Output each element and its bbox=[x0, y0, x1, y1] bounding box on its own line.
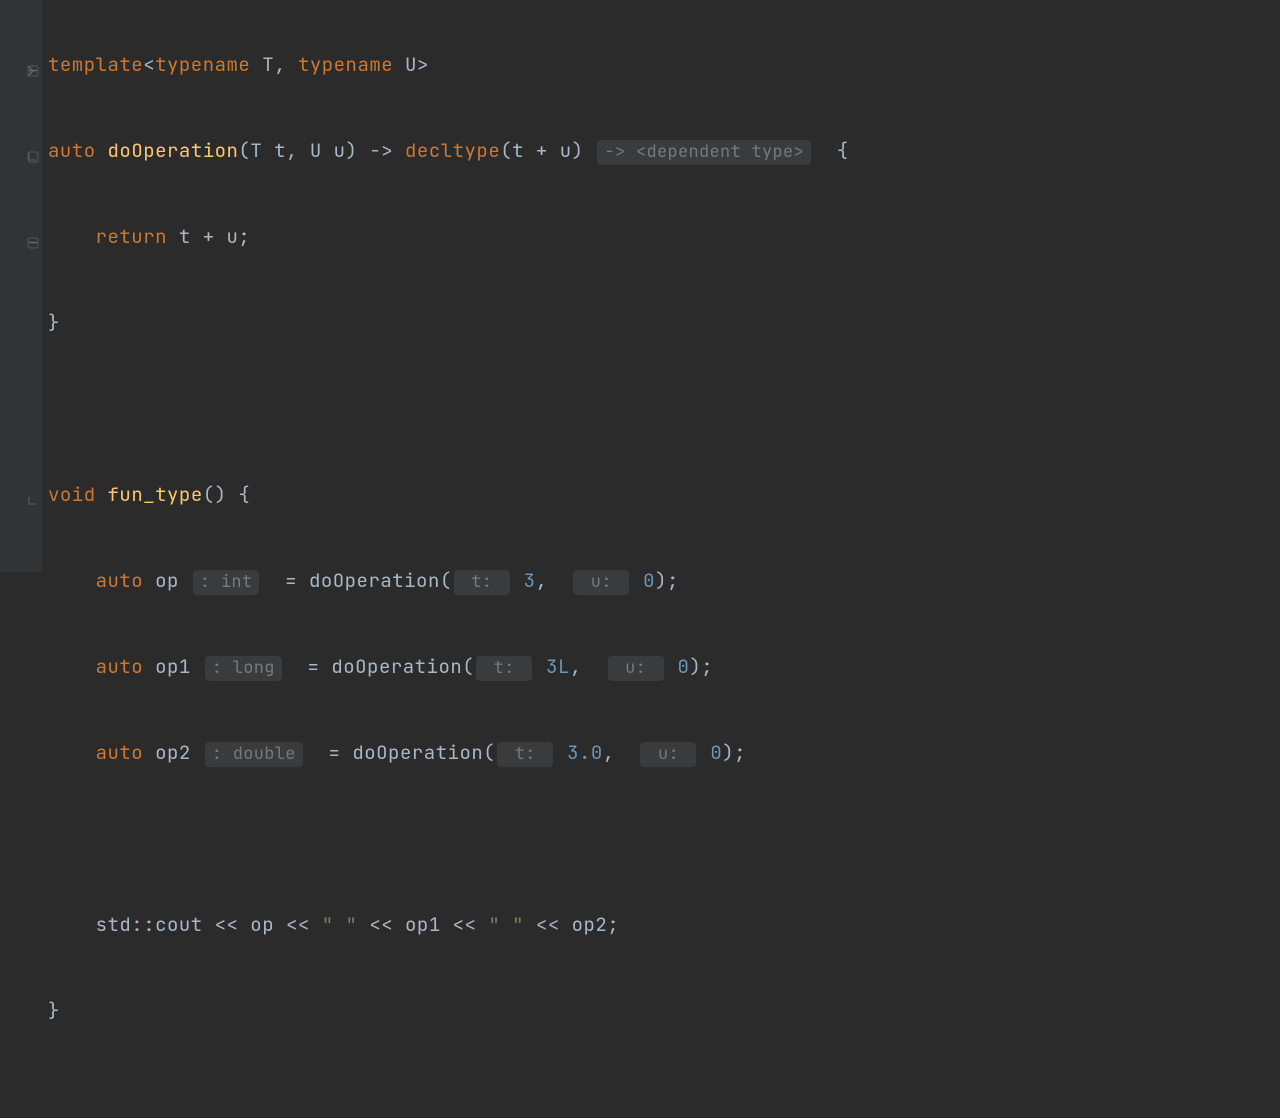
keyword: return bbox=[96, 224, 167, 249]
arrow: -> bbox=[369, 138, 405, 163]
inlay-hint-param: t: bbox=[476, 656, 532, 681]
params: (T t, U u) bbox=[238, 138, 369, 163]
code-line[interactable]: auto doOperation(T t, U u) -> decltype(t… bbox=[48, 129, 849, 172]
inlay-hint-param: u: bbox=[608, 656, 664, 681]
punct: , bbox=[274, 52, 298, 77]
equals: = bbox=[305, 740, 353, 765]
fold-end-icon[interactable] bbox=[26, 150, 40, 164]
inlay-hint-return-type: -> <dependent type> bbox=[597, 140, 811, 165]
keyword: auto bbox=[96, 654, 144, 679]
variable: op1 bbox=[143, 654, 203, 679]
statement: std::cout << op << bbox=[96, 912, 322, 937]
code-line[interactable]: auto op2 : double = doOperation( t: 3.0,… bbox=[48, 731, 849, 774]
number: 0 bbox=[710, 740, 722, 765]
inlay-hint-type: : int bbox=[193, 570, 260, 595]
inlay-hint-type: : double bbox=[205, 742, 303, 767]
string-literal: " " bbox=[322, 912, 358, 937]
fold-toggle-icon[interactable] bbox=[26, 236, 40, 250]
brace: } bbox=[48, 998, 60, 1023]
punct: < bbox=[143, 52, 155, 77]
fold-end-icon[interactable] bbox=[26, 494, 40, 508]
inlay-hint-param: u: bbox=[640, 742, 696, 767]
keyword: decltype bbox=[405, 138, 500, 163]
code-line-blank[interactable] bbox=[48, 817, 849, 860]
keyword: typename bbox=[155, 52, 250, 77]
inlay-hint-param: t: bbox=[454, 570, 510, 595]
number: 3.0 bbox=[567, 740, 603, 765]
rest: () { bbox=[203, 482, 251, 507]
keyword: auto bbox=[48, 138, 96, 163]
expression: t + u; bbox=[167, 224, 250, 249]
args: (t + u) bbox=[500, 138, 583, 163]
code-line[interactable]: return t + u; bbox=[48, 215, 849, 258]
code-line[interactable]: std::cout << op << " " << op1 << " " << … bbox=[48, 903, 849, 946]
punct: > bbox=[417, 52, 429, 77]
identifier: U bbox=[393, 52, 417, 77]
inlay-hint-param: u: bbox=[573, 570, 629, 595]
number: 3L bbox=[546, 654, 570, 679]
keyword: typename bbox=[298, 52, 393, 77]
keyword: template bbox=[48, 52, 143, 77]
code-line[interactable]: } bbox=[48, 301, 849, 344]
function-name: doOperation bbox=[108, 138, 239, 163]
inlay-hint-type: : long bbox=[205, 656, 282, 681]
code-editor[interactable]: template<typename T, typename U> auto do… bbox=[0, 0, 1280, 572]
equals: = bbox=[284, 654, 332, 679]
editor-gutter[interactable] bbox=[0, 0, 42, 572]
string-literal: " " bbox=[488, 912, 524, 937]
number: 0 bbox=[677, 654, 689, 679]
function-call: doOperation bbox=[331, 654, 462, 679]
function-call: doOperation bbox=[352, 740, 483, 765]
inlay-hint-param: t: bbox=[497, 742, 553, 767]
keyword: void bbox=[48, 482, 96, 507]
variable: op2 bbox=[143, 740, 203, 765]
code-line[interactable]: void fun_type() { bbox=[48, 473, 849, 516]
brace: { bbox=[813, 138, 849, 163]
keyword: auto bbox=[96, 740, 144, 765]
code-line-blank[interactable] bbox=[48, 387, 849, 430]
code-line[interactable]: template<typename T, typename U> bbox=[48, 43, 849, 86]
code-line[interactable]: auto op : int = doOperation( t: 3, u: 0)… bbox=[48, 559, 849, 602]
function-name: fun_type bbox=[108, 482, 203, 507]
code-line[interactable]: auto op1 : long = doOperation( t: 3L, u:… bbox=[48, 645, 849, 688]
code-content[interactable]: template<typename T, typename U> auto do… bbox=[42, 0, 849, 572]
fold-toggle-icon[interactable] bbox=[26, 64, 40, 78]
code-line[interactable]: } bbox=[48, 989, 849, 1032]
brace: } bbox=[48, 310, 60, 335]
identifier: T bbox=[250, 52, 274, 77]
